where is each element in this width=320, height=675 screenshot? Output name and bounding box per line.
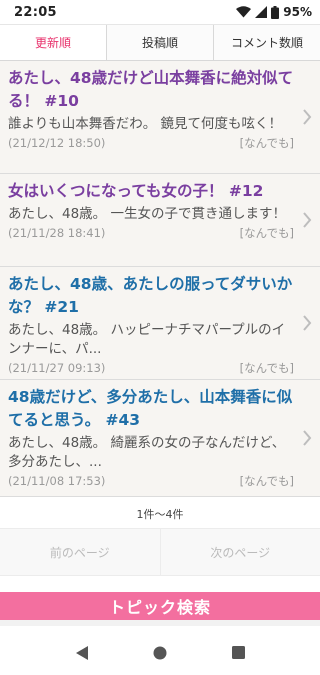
- chevron-right-icon: [303, 212, 312, 228]
- topic-category: [なんでも]: [239, 135, 294, 150]
- topic-item[interactable]: 女はいくつになっても女の子！ #12 あたし、48歳。 一生女の子で貫き通します…: [0, 174, 320, 267]
- home-icon: [153, 646, 167, 659]
- topic-excerpt: あたし、48歳。 綺麗系の女の子なんだけど、多分あたし、...: [8, 435, 286, 470]
- divider: [0, 620, 320, 626]
- back-icon: [76, 645, 88, 660]
- topic-date: (21/12/12 18:50): [8, 135, 106, 150]
- tab-newest-posted[interactable]: 投稿順: [107, 25, 214, 60]
- topic-category: [なんでも]: [239, 360, 294, 375]
- chevron-right-icon: [303, 109, 312, 125]
- battery-icon: [271, 5, 280, 19]
- status-time: 22:05: [14, 4, 57, 20]
- topic-meta: (21/11/08 17:53) [なんでも]: [8, 472, 294, 489]
- sort-tabs: 更新順 投稿順 コメント数順: [0, 24, 320, 61]
- topic-meta: (21/11/28 18:41) [なんでも]: [8, 224, 294, 241]
- result-range: 1件～4件: [136, 508, 184, 521]
- topic-category: [なんでも]: [239, 225, 294, 240]
- topic-title: 48歳だけど、多分あたし、山本舞香に似てると思う。 #43: [8, 388, 293, 429]
- recents-button[interactable]: [228, 643, 248, 663]
- topic-list: あたし、48歳だけど山本舞香に絶対似てる！ #10 誰よりも山本舞香だわ。 鏡見…: [0, 61, 320, 497]
- topic-meta: (21/12/12 18:50) [なんでも]: [8, 134, 294, 151]
- status-bar: 22:05 95%: [0, 0, 320, 24]
- topic-item[interactable]: あたし、48歳だけど山本舞香に絶対似てる！ #10 誰よりも山本舞香だわ。 鏡見…: [0, 61, 320, 174]
- topic-meta: (21/11/27 09:13) [なんでも]: [8, 359, 294, 376]
- prev-page-button[interactable]: 前のページ: [0, 529, 161, 575]
- topic-title: あたし、48歳だけど山本舞香に絶対似てる！ #10: [8, 69, 294, 110]
- tab-newest-updated[interactable]: 更新順: [0, 25, 107, 60]
- status-icons: 95%: [236, 5, 312, 19]
- topic-excerpt: あたし、48歳。 一生女の子で貫き通します！: [8, 206, 286, 222]
- chevron-right-icon: [303, 315, 312, 331]
- topic-excerpt: あたし、48歳。 ハッピーナチマパープルのインナーに、パ...: [8, 322, 286, 357]
- home-button[interactable]: [150, 643, 170, 663]
- signal-icon: [255, 6, 268, 18]
- topic-category: [なんでも]: [239, 473, 294, 488]
- system-nav-bar: [0, 630, 320, 675]
- pagination: 前のページ 次のページ: [0, 528, 320, 576]
- topic-item[interactable]: 48歳だけど、多分あたし、山本舞香に似てると思う。 #43 あたし、48歳。 綺…: [0, 380, 320, 497]
- topic-title: 女はいくつになっても女の子！ #12: [8, 182, 264, 200]
- battery-level: 95%: [283, 5, 312, 19]
- back-button[interactable]: [72, 643, 92, 663]
- chevron-right-icon: [303, 430, 312, 446]
- topic-date: (21/11/28 18:41): [8, 225, 106, 240]
- topic-excerpt: 誰よりも山本舞香だわ。 鏡見て何度も呟く！: [8, 116, 283, 132]
- topic-date: (21/11/08 17:53): [8, 473, 106, 488]
- topic-title: あたし、48歳、あたしの服ってダサいかな？ #21: [8, 275, 293, 316]
- wifi-icon: [236, 6, 252, 18]
- topic-search-button[interactable]: トピック検索: [0, 592, 320, 620]
- tab-comment-count[interactable]: コメント数順: [214, 25, 320, 60]
- topic-item[interactable]: あたし、48歳、あたしの服ってダサいかな？ #21 あたし、48歳。 ハッピーナ…: [0, 267, 320, 380]
- recents-icon: [231, 646, 245, 659]
- topic-date: (21/11/27 09:13): [8, 360, 106, 375]
- next-page-button[interactable]: 次のページ: [160, 529, 320, 575]
